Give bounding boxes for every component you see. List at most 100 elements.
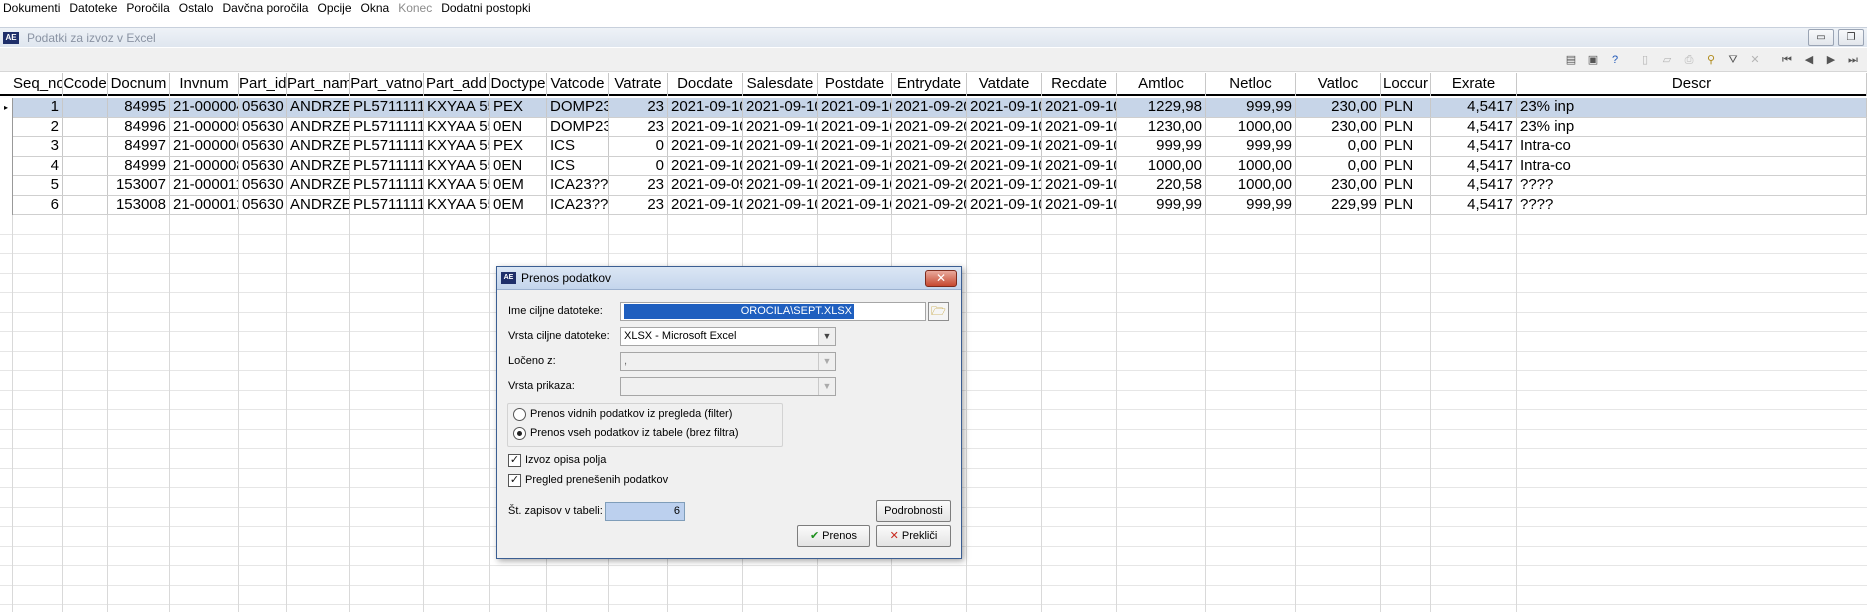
table-cell[interactable]: 153008 [108,195,170,214]
column-header-exrate[interactable]: Exrate [1431,73,1517,96]
table-cell[interactable]: 23 [609,176,668,195]
table-cell[interactable]: 2021-09-10 [743,195,818,214]
table-cell[interactable]: ???? [1517,195,1867,214]
separator-select[interactable]: , ▼ [620,352,836,371]
table-cell[interactable]: 2021-09-11 [967,176,1042,195]
column-header-part-nam[interactable]: Part_nam [287,73,350,96]
open-icon[interactable]: ▱ [1657,51,1677,69]
target-file-input[interactable]: OROCILA\SEPT.XLSX [620,302,926,321]
table-cell[interactable]: 4,5417 [1431,176,1517,195]
menu-item-8[interactable]: Dodatni postopki [438,0,536,17]
table-cell[interactable]: ANDRZE [287,117,350,136]
table-cell[interactable]: 21-000011 [170,176,239,195]
table-cell[interactable]: KXYAA 55 [424,117,490,136]
column-header-postdate[interactable]: Postdate [818,73,892,96]
table-cell[interactable]: 0EM [490,176,547,195]
table-cell[interactable]: 2021-09-10 [967,98,1042,117]
row-indicator[interactable] [0,176,13,196]
table-cell[interactable]: DOMP23 [547,98,609,117]
table-cell[interactable]: 84997 [108,137,170,156]
table-cell[interactable]: 23% inp [1517,117,1867,136]
table-row[interactable]: 5 153007 21-000011 05630 ANDRZE PL5711111 KXYA… [0,176,1867,196]
table-cell[interactable]: 2021-09-10 [743,117,818,136]
dialog-close-button[interactable]: ✕ [925,270,957,287]
row-indicator[interactable]: ▸ [0,98,13,118]
table-cell[interactable]: 2021-09-10 [743,176,818,195]
filter-icon[interactable]: ⛛ [1723,51,1743,69]
table-cell[interactable]: 2021-09-10 [668,156,743,175]
table-cell[interactable]: 05630 [239,98,287,117]
table-cell[interactable]: ICA23?? [547,176,609,195]
table-cell[interactable]: 2021-09-20 [892,137,967,156]
table-cell[interactable]: ICA23?? [547,195,609,214]
table-cell[interactable]: 2021-09-10 [743,98,818,117]
table-cell[interactable]: 220,58 [1117,176,1206,195]
row-indicator[interactable] [0,156,13,176]
table-cell[interactable]: 84999 [108,156,170,175]
table-cell[interactable]: 0EN [490,156,547,175]
table-cell[interactable]: 230,00 [1296,176,1381,195]
review-transferred-checkbox[interactable]: ✓ [508,474,521,487]
table-cell[interactable]: 21-000005 [170,117,239,136]
table-cell[interactable]: 1000,00 [1206,156,1296,175]
menu-item-0[interactable]: Dokumenti [0,0,66,17]
table-cell[interactable]: 21-000008 [170,156,239,175]
table-cell[interactable]: 2021-09-10 [1042,137,1117,156]
table-cell[interactable]: 2021-09-10 [743,137,818,156]
table-cell[interactable] [63,156,108,175]
table-cell[interactable]: PLN [1381,176,1431,195]
column-header-vatloc[interactable]: Vatloc [1296,73,1381,96]
table-cell[interactable]: PEX [490,98,547,117]
table-cell[interactable]: 999,99 [1206,98,1296,117]
table-cell[interactable]: 1230,00 [1117,117,1206,136]
table-cell[interactable]: 4,5417 [1431,137,1517,156]
table-cell[interactable]: 2021-09-10 [818,156,892,175]
column-header-recdate[interactable]: Recdate [1042,73,1117,96]
menu-item-6[interactable]: Okna [358,0,396,17]
table-cell[interactable]: KXYAA 55 [424,176,490,195]
table-cell[interactable]: 2021-09-10 [668,98,743,117]
table-cell[interactable]: 3 [13,137,63,156]
table-cell[interactable]: ANDRZE [287,98,350,117]
table-cell[interactable]: 2021-09-10 [967,195,1042,214]
table-cell[interactable]: KXYAA 55 [424,195,490,214]
column-header-entrydate[interactable]: Entrydate [892,73,967,96]
table-cell[interactable]: 84996 [108,117,170,136]
column-header-doctype[interactable]: Doctype [490,73,547,96]
restore-button[interactable]: ❐ [1838,29,1864,46]
table-cell[interactable]: 05630 [239,176,287,195]
table-cell[interactable]: 229,99 [1296,195,1381,214]
table-cell[interactable]: 5 [13,176,63,195]
menu-item-1[interactable]: Datoteke [66,0,123,17]
table-cell[interactable]: 0 [609,156,668,175]
table-cell[interactable]: 4,5417 [1431,156,1517,175]
table-cell[interactable]: 1229,98 [1117,98,1206,117]
table-cell[interactable]: 2021-09-10 [967,117,1042,136]
table-cell[interactable]: 2021-09-10 [668,195,743,214]
table-cell[interactable]: 1 [13,98,63,117]
clear-filter-icon[interactable]: ✕ [1745,51,1765,69]
column-header-part-id[interactable]: Part_id [239,73,287,96]
table-cell[interactable]: 2021-09-10 [818,117,892,136]
search-icon[interactable]: ⚲ [1701,51,1721,69]
table-cell[interactable] [63,98,108,117]
table-cell[interactable]: 2021-09-10 [743,156,818,175]
table-cell[interactable]: PEX [490,137,547,156]
table-cell[interactable]: 84995 [108,98,170,117]
table-cell[interactable]: 2021-09-10 [967,156,1042,175]
table-cell[interactable]: PL5711111 [350,137,424,156]
table-cell[interactable]: 2021-09-10 [668,117,743,136]
table-cell[interactable]: PLN [1381,117,1431,136]
column-header-vatrate[interactable]: Vatrate [609,73,668,96]
table-cell[interactable]: 2021-09-10 [1042,98,1117,117]
table-cell[interactable]: 2021-09-10 [818,195,892,214]
table-cell[interactable]: 4,5417 [1431,98,1517,117]
table-cell[interactable]: 2021-09-20 [892,195,967,214]
table-cell[interactable]: 4,5417 [1431,195,1517,214]
column-header-salesdate[interactable]: Salesdate [743,73,818,96]
table-cell[interactable]: 2021-09-10 [1042,156,1117,175]
table-cell[interactable]: 05630 [239,117,287,136]
table-cell[interactable]: 4,5417 [1431,117,1517,136]
table-cell[interactable]: 23 [609,98,668,117]
table-cell[interactable]: PL5711111 [350,156,424,175]
